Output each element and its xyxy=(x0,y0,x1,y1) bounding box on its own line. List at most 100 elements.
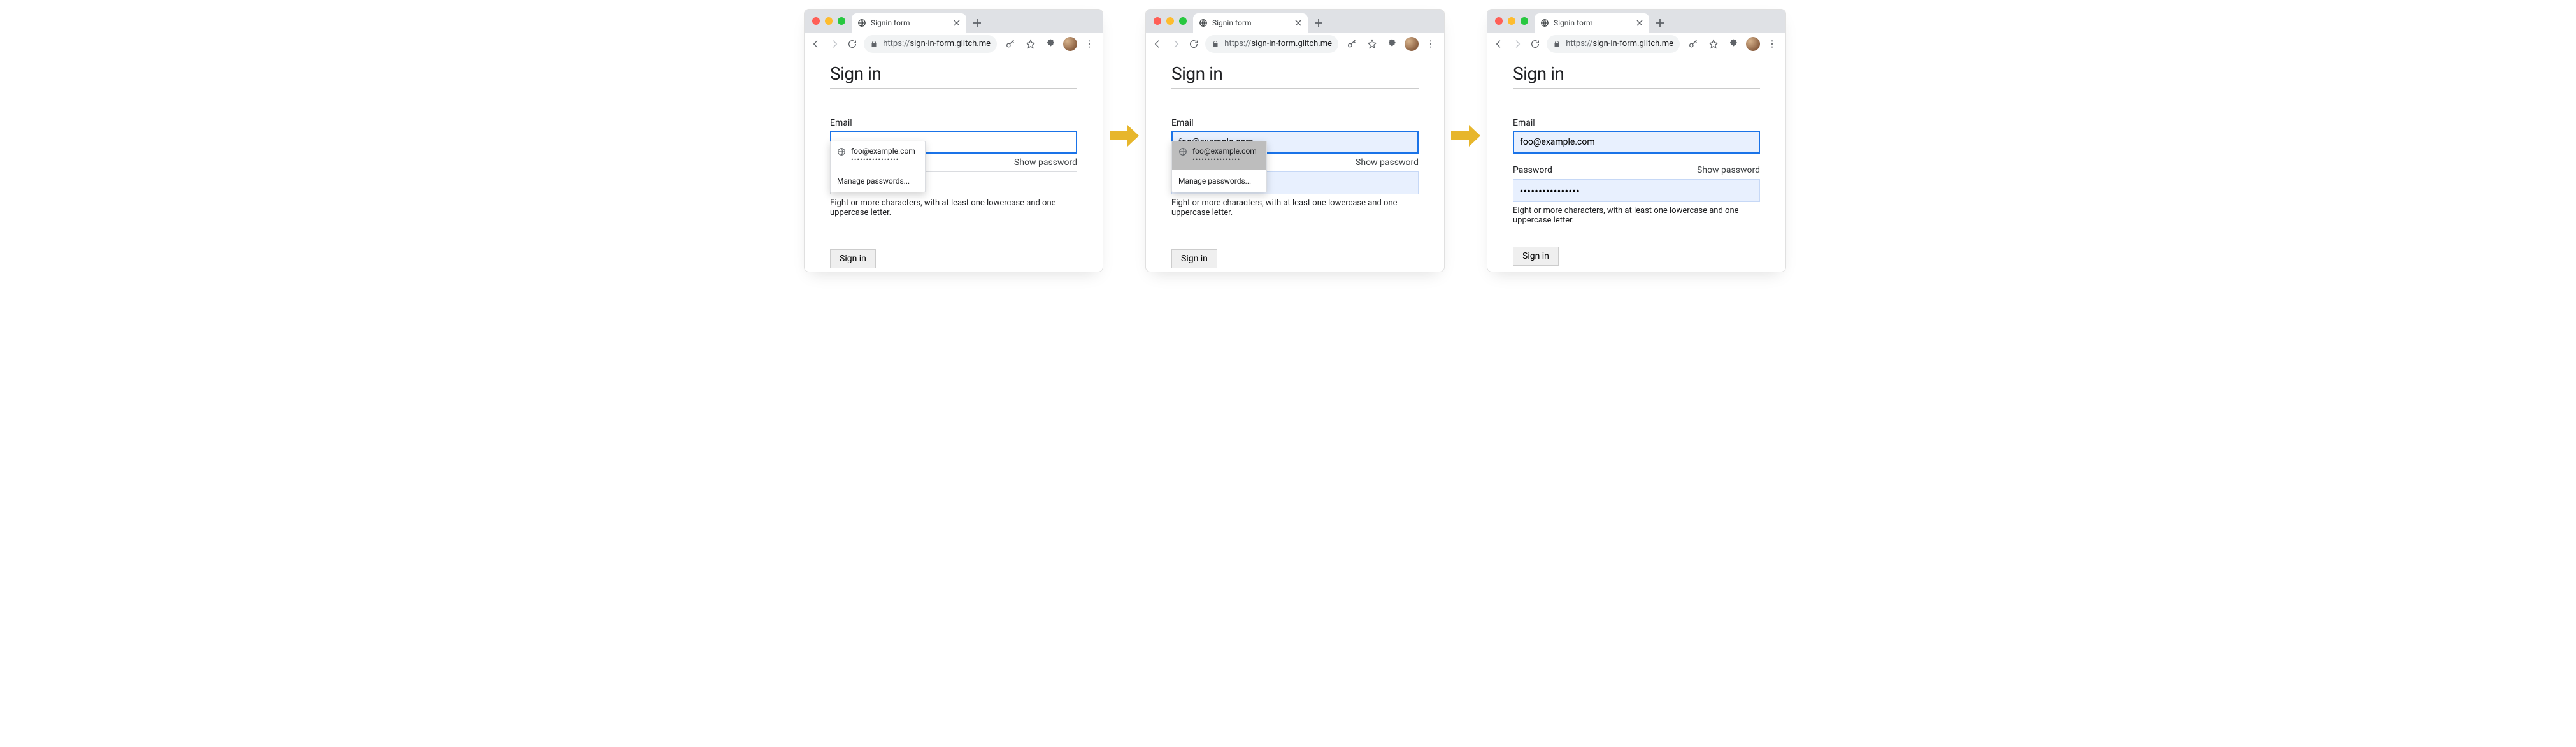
reload-button[interactable] xyxy=(1187,36,1200,52)
browser-tab[interactable]: Signin form xyxy=(1535,13,1649,33)
new-tab-button[interactable] xyxy=(970,16,984,30)
close-window-icon[interactable] xyxy=(1154,17,1161,25)
address-bar[interactable]: https://sign-in-form.glitch.me xyxy=(1547,35,1680,53)
autofill-username: foo@example.com xyxy=(851,147,915,156)
bookmark-star-icon[interactable] xyxy=(1022,36,1039,52)
password-hint: Eight or more characters, with at least … xyxy=(1171,198,1419,217)
minimize-window-icon[interactable] xyxy=(825,17,833,25)
toolbar-right xyxy=(1685,36,1780,52)
globe-icon xyxy=(1540,18,1550,28)
autofill-entry[interactable]: foo@example.com •••••••••••••••• xyxy=(831,141,925,170)
page-title: Sign in xyxy=(1171,63,1419,84)
back-button[interactable] xyxy=(1492,36,1505,52)
autofill-dropdown: foo@example.com •••••••••••••••• Manage … xyxy=(1171,141,1267,192)
window-controls xyxy=(1151,10,1189,33)
url-text: https://sign-in-form.glitch.me xyxy=(883,39,991,48)
toolbar: https://sign-in-form.glitch.me xyxy=(1146,33,1444,55)
page-content: Sign in Email Password Show password Eig… xyxy=(1487,55,1785,272)
close-window-icon[interactable] xyxy=(812,17,820,25)
close-tab-icon[interactable] xyxy=(1294,18,1303,27)
lock-icon xyxy=(1212,40,1219,48)
autofill-masked-password: •••••••••••••••• xyxy=(851,156,915,164)
window-controls xyxy=(810,10,848,33)
arrow-icon xyxy=(1451,125,1480,147)
divider xyxy=(1513,88,1760,89)
tab-strip: Signin form xyxy=(1487,10,1785,33)
profile-avatar[interactable] xyxy=(1746,37,1760,51)
password-label: Password xyxy=(1513,165,1552,175)
key-icon[interactable] xyxy=(1002,36,1019,52)
minimize-window-icon[interactable] xyxy=(1166,17,1174,25)
maximize-window-icon[interactable] xyxy=(1179,17,1187,25)
window-controls xyxy=(1492,10,1531,33)
new-tab-button[interactable] xyxy=(1653,16,1667,30)
url-text: https://sign-in-form.glitch.me xyxy=(1566,39,1673,48)
email-label: Email xyxy=(830,118,1077,128)
address-bar[interactable]: https://sign-in-form.glitch.me xyxy=(1205,35,1338,53)
address-bar[interactable]: https://sign-in-form.glitch.me xyxy=(864,35,997,53)
arrow-icon xyxy=(1110,125,1139,147)
menu-icon[interactable] xyxy=(1764,36,1780,52)
show-password-toggle[interactable]: Show password xyxy=(1697,165,1760,175)
lock-icon xyxy=(1553,40,1561,48)
reload-button[interactable] xyxy=(846,36,859,52)
password-field[interactable] xyxy=(1513,179,1760,202)
forward-button xyxy=(827,36,840,52)
browser-window-2: Signin form https://sign-in-form.glitch.… xyxy=(1145,9,1445,272)
close-tab-icon[interactable] xyxy=(1635,18,1644,27)
maximize-window-icon[interactable] xyxy=(838,17,845,25)
manage-passwords-link[interactable]: Manage passwords... xyxy=(831,170,925,192)
signin-button[interactable]: Sign in xyxy=(830,249,876,268)
back-button[interactable] xyxy=(1151,36,1164,52)
close-window-icon[interactable] xyxy=(1495,17,1503,25)
toolbar: https://sign-in-form.glitch.me xyxy=(1487,33,1785,55)
extensions-icon[interactable] xyxy=(1043,36,1059,52)
back-button[interactable] xyxy=(810,36,822,52)
signin-button[interactable]: Sign in xyxy=(1171,249,1217,268)
page-title: Sign in xyxy=(830,63,1077,84)
signin-button[interactable]: Sign in xyxy=(1513,247,1559,266)
browser-window-1: Signin form xyxy=(804,9,1103,272)
tab-title: Signin form xyxy=(1212,18,1290,27)
extensions-icon[interactable] xyxy=(1726,36,1742,52)
page-content: Sign in Email Password Show password Eig… xyxy=(1146,55,1444,272)
profile-avatar[interactable] xyxy=(1063,37,1077,51)
url-text: https://sign-in-form.glitch.me xyxy=(1224,39,1332,48)
minimize-window-icon[interactable] xyxy=(1508,17,1515,25)
key-icon[interactable] xyxy=(1343,36,1360,52)
reload-button[interactable] xyxy=(1529,36,1542,52)
toolbar-right xyxy=(1002,36,1098,52)
tab-strip: Signin form xyxy=(1146,10,1444,33)
key-icon[interactable] xyxy=(1685,36,1701,52)
bookmark-star-icon[interactable] xyxy=(1364,36,1380,52)
new-tab-button[interactable] xyxy=(1312,16,1326,30)
bookmark-star-icon[interactable] xyxy=(1705,36,1722,52)
browser-tab[interactable]: Signin form xyxy=(852,13,966,33)
show-password-toggle[interactable]: Show password xyxy=(1356,157,1419,168)
divider xyxy=(1171,88,1419,89)
browser-window-3: Signin form https://sign-in-form.glitch.… xyxy=(1487,9,1786,272)
globe-icon xyxy=(1178,147,1187,156)
page-title: Sign in xyxy=(1513,63,1760,84)
globe-icon xyxy=(837,147,846,156)
forward-button xyxy=(1510,36,1523,52)
forward-button xyxy=(1169,36,1182,52)
extensions-icon[interactable] xyxy=(1384,36,1401,52)
show-password-toggle[interactable]: Show password xyxy=(1014,157,1077,168)
browser-tab[interactable]: Signin form xyxy=(1193,13,1308,33)
divider xyxy=(830,88,1077,89)
toolbar-right xyxy=(1343,36,1439,52)
menu-icon[interactable] xyxy=(1081,36,1098,52)
page-content: Sign in Email Password Show password Eig… xyxy=(805,55,1103,272)
menu-icon[interactable] xyxy=(1422,36,1439,52)
profile-avatar[interactable] xyxy=(1405,37,1419,51)
autofill-entry[interactable]: foo@example.com •••••••••••••••• xyxy=(1172,141,1266,170)
globe-icon xyxy=(857,18,867,28)
manage-passwords-link[interactable]: Manage passwords... xyxy=(1172,170,1266,192)
email-field[interactable] xyxy=(1513,131,1760,154)
email-label: Email xyxy=(1171,118,1419,128)
close-tab-icon[interactable] xyxy=(952,18,961,27)
email-label: Email xyxy=(1513,118,1760,128)
maximize-window-icon[interactable] xyxy=(1521,17,1528,25)
globe-icon xyxy=(1198,18,1208,28)
